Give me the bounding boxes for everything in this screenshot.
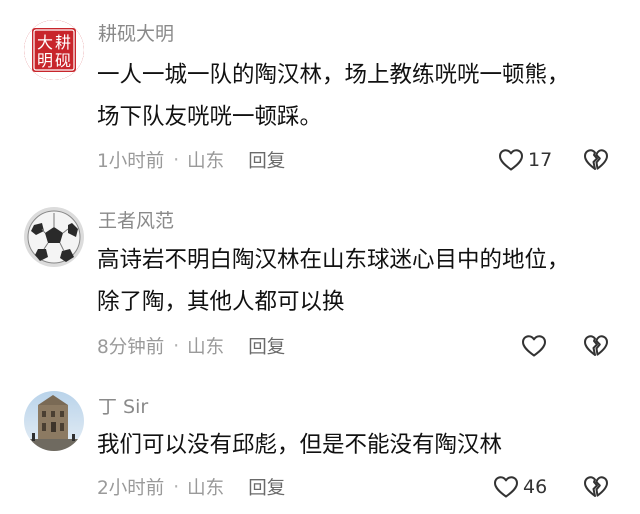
comment-line: 除了陶，其他人都可以换 (97, 289, 345, 315)
avatar[interactable] (24, 391, 84, 451)
dislike-button[interactable] (583, 331, 611, 361)
seal-char: 砚 (55, 51, 71, 70)
broken-heart-icon (584, 476, 608, 497)
meta-separator: · (173, 335, 180, 357)
username[interactable]: 丁 Sir (98, 395, 148, 419)
username[interactable]: 耕砚大明 (98, 22, 174, 46)
comment-line: 一人一城一队的陶汉林，场上教练咣咣一顿熊， (97, 62, 570, 88)
location: 山东 (187, 478, 225, 499)
ruins-photo-avatar-icon (24, 391, 84, 451)
dislike-button[interactable] (583, 145, 611, 175)
comment-item: 丁 Sir 我们可以没有邱彪，但是不能没有陶汉林 2小时前 · 山东 回复 46 (0, 380, 640, 514)
comment-item: 王者风范 高诗岩不明白陶汉林在山东球迷心目中的地位， 除了陶，其他人都可以换 8… (0, 190, 640, 380)
seal-avatar-icon: 耕 大 砚 明 (24, 20, 84, 80)
reply-button[interactable]: 回复 (248, 147, 285, 173)
comment-meta: 2小时前 · 山东 回复 (97, 472, 285, 502)
broken-heart-icon (584, 149, 608, 170)
like-count: 17 (528, 149, 553, 171)
comment-item: 耕 大 砚 明 耕砚大明 一人一城一队的陶汉林，场上教练咣咣一顿熊， 场下队友咣… (0, 0, 640, 190)
comment-line: 高诗岩不明白陶汉林在山东球迷心目中的地位， (97, 247, 570, 273)
heart-icon (499, 149, 523, 171)
soccer-ball-avatar-icon (24, 207, 84, 267)
avatar[interactable] (24, 207, 84, 267)
location: 山东 (187, 151, 225, 172)
comment-text: 我们可以没有邱彪，但是不能没有陶汉林 (97, 424, 617, 466)
like-button[interactable]: 46 (493, 472, 547, 502)
dislike-button[interactable] (583, 472, 611, 502)
comment-line: 场下队友咣咣一顿踩。 (97, 104, 323, 130)
like-button[interactable] (521, 331, 551, 361)
heart-icon (522, 335, 546, 357)
timestamp: 2小时前 (97, 478, 165, 499)
location: 山东 (187, 337, 225, 358)
seal-char: 耕 (55, 33, 71, 52)
seal-char: 明 (37, 51, 53, 70)
meta-separator: · (173, 149, 180, 171)
comment-text: 一人一城一队的陶汉林，场上教练咣咣一顿熊， 场下队友咣咣一顿踩。 (97, 54, 617, 138)
timestamp: 8分钟前 (97, 337, 165, 358)
meta-separator: · (173, 476, 180, 498)
reply-button[interactable]: 回复 (248, 474, 285, 500)
avatar[interactable]: 耕 大 砚 明 (24, 20, 84, 80)
heart-icon (494, 476, 518, 498)
comment-meta: 8分钟前 · 山东 回复 (97, 331, 285, 361)
like-count: 46 (523, 476, 548, 498)
comment-text: 高诗岩不明白陶汉林在山东球迷心目中的地位， 除了陶，其他人都可以换 (97, 239, 617, 323)
seal-char: 大 (37, 33, 53, 52)
comment-meta: 1小时前 · 山东 回复 (97, 145, 285, 175)
like-button[interactable]: 17 (498, 145, 552, 175)
reply-button[interactable]: 回复 (248, 333, 285, 359)
broken-heart-icon (584, 335, 608, 356)
timestamp: 1小时前 (97, 151, 165, 172)
comment-line: 我们可以没有邱彪，但是不能没有陶汉林 (97, 432, 503, 458)
username[interactable]: 王者风范 (98, 209, 174, 233)
